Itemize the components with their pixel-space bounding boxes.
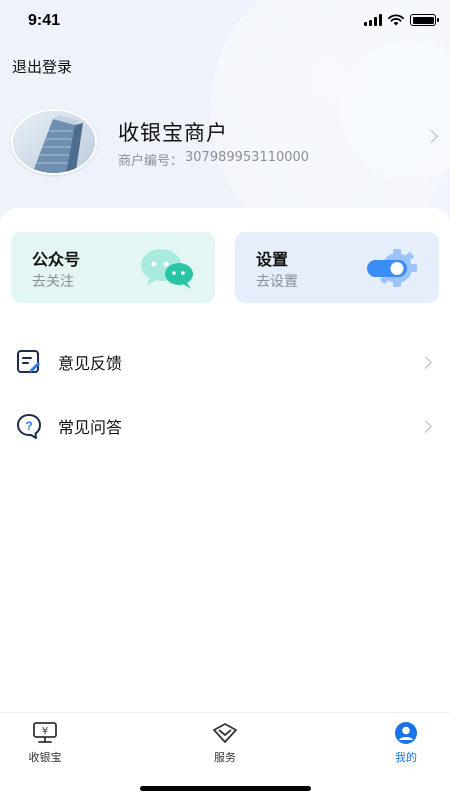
cashier-screen-icon: ¥ bbox=[33, 722, 57, 743]
tab-label: 服务 bbox=[214, 751, 236, 764]
diamond-icon bbox=[213, 723, 237, 743]
card-subtitle: 去设置 bbox=[256, 274, 298, 290]
wifi-icon bbox=[388, 14, 404, 26]
tab-label: 我的 bbox=[395, 751, 417, 764]
settings-gear-toggle-icon bbox=[367, 249, 417, 287]
tab-mine[interactable]: 我的 bbox=[366, 721, 446, 765]
menu-item-label: 常见问答 bbox=[58, 418, 123, 437]
status-time: 9:41 bbox=[28, 12, 61, 29]
merchant-id: 商户编号： 307989953110000 bbox=[118, 150, 309, 169]
card-subtitle: 去关注 bbox=[32, 274, 74, 290]
home-indicator bbox=[140, 786, 311, 791]
merchant-id-label: 商户编号： bbox=[118, 154, 184, 169]
chevron-right-icon bbox=[419, 355, 432, 369]
menu-item-label: 意见反馈 bbox=[58, 354, 123, 373]
menu-item-faq[interactable]: ? 常见问答 bbox=[0, 401, 450, 451]
card-title: 公众号 bbox=[32, 250, 81, 269]
merchant-avatar[interactable] bbox=[11, 109, 97, 175]
wechat-official-account-card[interactable]: 公众号 去关注 bbox=[11, 232, 215, 303]
tab-services[interactable]: 服务 bbox=[185, 721, 265, 765]
battery-icon bbox=[410, 14, 439, 26]
chevron-right-icon bbox=[419, 419, 432, 433]
svg-text:¥: ¥ bbox=[42, 726, 48, 737]
logout-link[interactable]: 退出登录 bbox=[12, 56, 72, 77]
tab-cashier[interactable]: ¥ 收银宝 bbox=[5, 721, 85, 765]
question-bubble-icon: ? bbox=[17, 414, 41, 439]
wechat-bubble-icon bbox=[141, 249, 193, 289]
menu-item-feedback[interactable]: 意见反馈 bbox=[0, 337, 450, 387]
user-icon bbox=[395, 722, 417, 744]
merchant-name: 收银宝商户 bbox=[118, 121, 228, 145]
feedback-edit-icon bbox=[17, 350, 40, 373]
merchant-id-value: 307989953110000 bbox=[185, 150, 310, 165]
svg-text:?: ? bbox=[25, 419, 32, 433]
status-bar: 9:41 bbox=[0, 0, 450, 44]
cellular-signal-icon bbox=[364, 14, 382, 26]
card-title: 设置 bbox=[256, 250, 289, 269]
tab-label: 收银宝 bbox=[28, 751, 62, 764]
settings-card[interactable]: 设置 去设置 bbox=[235, 232, 439, 303]
